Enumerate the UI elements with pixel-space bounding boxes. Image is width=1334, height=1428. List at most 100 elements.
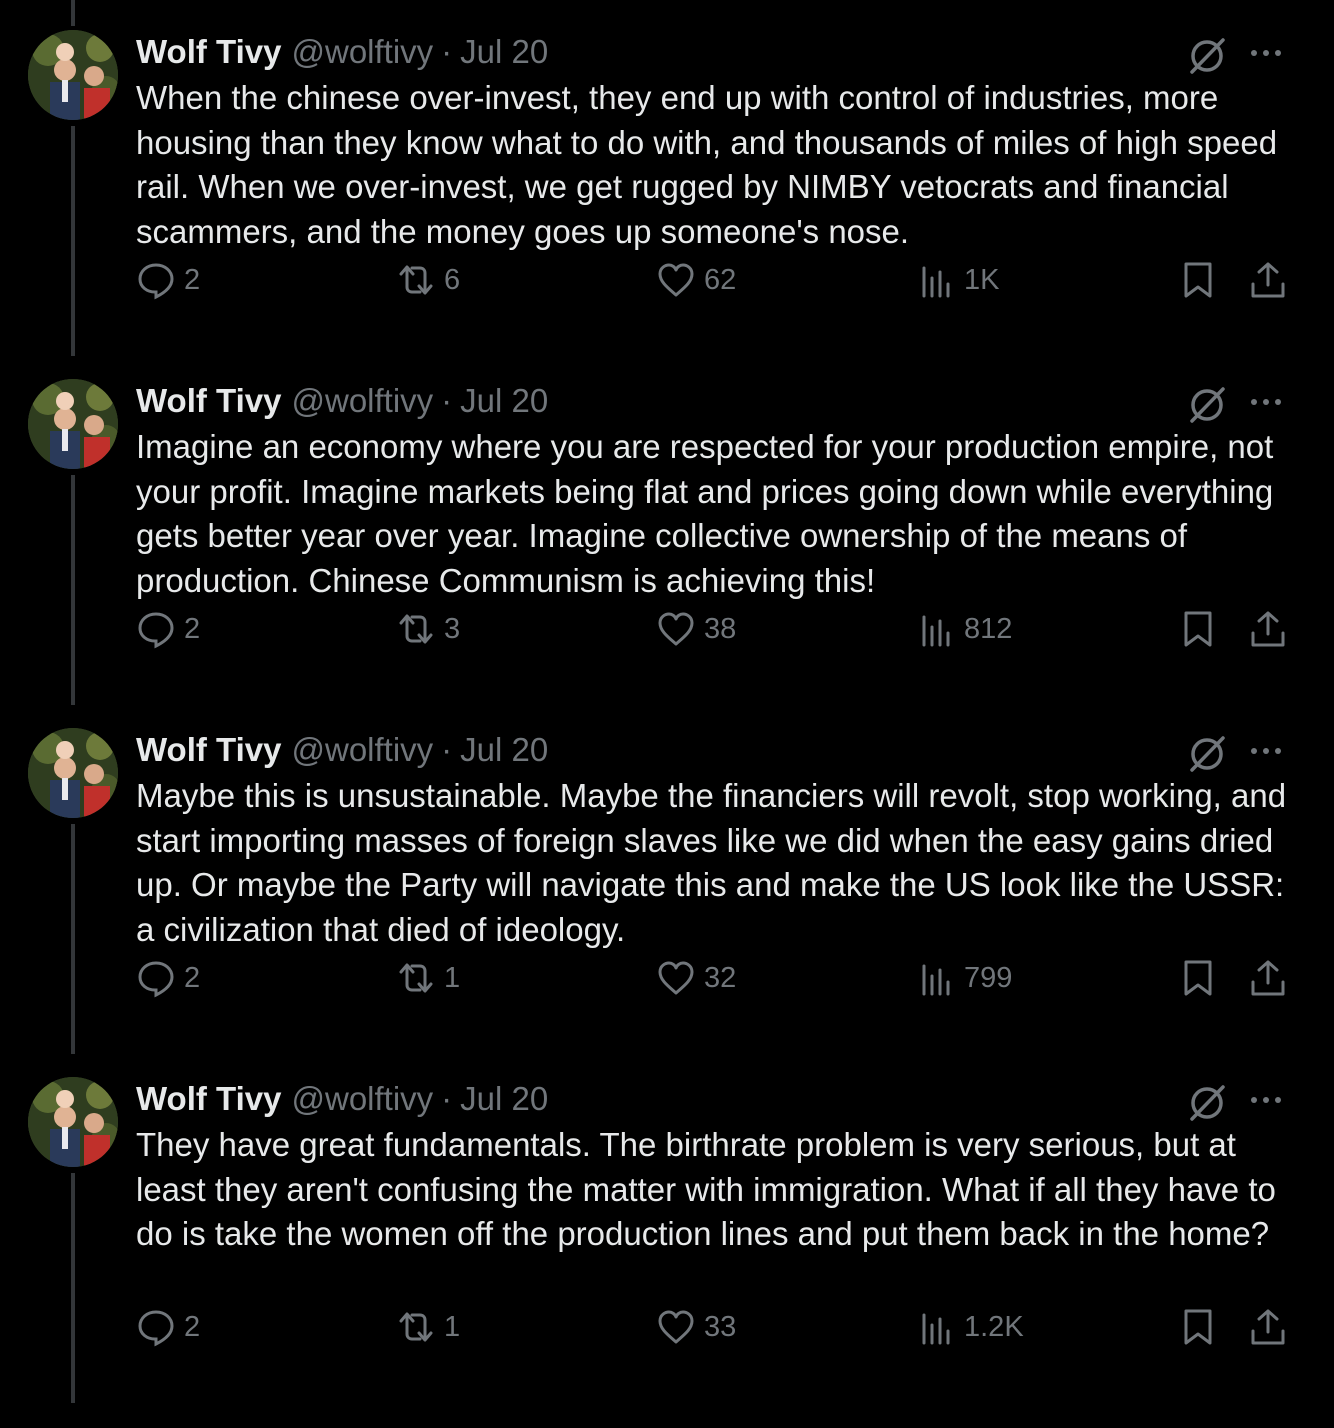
- reply-button[interactable]: 2: [136, 1305, 200, 1349]
- reply-button[interactable]: 2: [136, 258, 200, 302]
- avatar[interactable]: [28, 728, 118, 818]
- tweet-text: When the chinese over-invest, they end u…: [136, 79, 1278, 250]
- repost-button[interactable]: 1: [396, 956, 460, 1000]
- bookmark-button[interactable]: [1178, 607, 1218, 651]
- more-icon[interactable]: [1244, 1083, 1288, 1117]
- author-name[interactable]: Wolf Tivy: [136, 1080, 281, 1118]
- thread-line: [71, 475, 75, 705]
- tweet-date[interactable]: Jul 20: [460, 731, 548, 769]
- like-button[interactable]: 38: [656, 607, 736, 651]
- grok-icon[interactable]: [1186, 36, 1228, 76]
- share-icon: [1251, 1309, 1285, 1345]
- repost-icon: [399, 1312, 433, 1342]
- separator-dot: ·: [441, 382, 453, 419]
- tweet-date[interactable]: Jul 20: [460, 33, 548, 71]
- views-button[interactable]: 1K: [916, 258, 999, 302]
- author-handle[interactable]: @wolftivy: [291, 382, 433, 420]
- more-icon[interactable]: [1244, 36, 1288, 70]
- views-icon: [922, 964, 950, 996]
- views-icon: [922, 615, 950, 647]
- avatar-image: [28, 1077, 118, 1167]
- separator-dot: ·: [441, 33, 453, 70]
- bookmark-button[interactable]: [1178, 956, 1218, 1000]
- share-icon: [1251, 262, 1285, 298]
- bookmark-button[interactable]: [1178, 258, 1218, 302]
- bookmark-icon: [1184, 262, 1212, 298]
- tweet-text: Imagine an economy where you are respect…: [136, 428, 1274, 599]
- like-icon: [658, 1310, 694, 1344]
- share-button[interactable]: [1248, 607, 1288, 651]
- avatar-image: [28, 379, 118, 469]
- tweet-date[interactable]: Jul 20: [460, 382, 548, 420]
- share-button[interactable]: [1248, 1305, 1288, 1349]
- grok-icon[interactable]: [1186, 734, 1228, 774]
- avatar[interactable]: [28, 1077, 118, 1167]
- views-button[interactable]: 1.2K: [916, 1305, 1024, 1349]
- tweet-actions: 2 6 62 1K: [136, 258, 1296, 302]
- tweet[interactable]: Wolf Tivy @wolftivy · Jul 20 Maybe this …: [0, 698, 1334, 1054]
- like-count: 38: [704, 612, 737, 645]
- tweet-text: They have great fundamentals. The birthr…: [136, 1126, 1276, 1252]
- author-handle[interactable]: @wolftivy: [291, 1080, 433, 1118]
- like-icon: [658, 612, 694, 646]
- author-name[interactable]: Wolf Tivy: [136, 382, 281, 420]
- reply-icon: [138, 263, 174, 300]
- repost-icon: [399, 265, 433, 295]
- views-button[interactable]: 812: [916, 607, 1012, 651]
- like-button[interactable]: 32: [656, 956, 736, 1000]
- bookmark-button[interactable]: [1178, 1305, 1218, 1349]
- author-handle[interactable]: @wolftivy: [291, 33, 433, 71]
- reply-count: 2: [184, 612, 201, 645]
- reply-count: 2: [184, 1310, 201, 1343]
- reply-icon: [138, 1310, 174, 1347]
- repost-button[interactable]: 6: [396, 258, 460, 302]
- repost-button[interactable]: 1: [396, 1305, 460, 1349]
- repost-count: 1: [444, 1310, 461, 1343]
- more-icon[interactable]: [1244, 734, 1288, 768]
- reply-button[interactable]: 2: [136, 607, 200, 651]
- author-name[interactable]: Wolf Tivy: [136, 731, 281, 769]
- separator-dot: ·: [441, 731, 453, 768]
- tweet-actions: 2 1 33 1.2K: [136, 1305, 1296, 1349]
- views-icon: [922, 266, 950, 298]
- tweet[interactable]: Wolf Tivy @wolftivy · Jul 20 Imagine an …: [0, 349, 1334, 705]
- grok-icon[interactable]: [1186, 1083, 1228, 1123]
- tweet-date[interactable]: Jul 20: [460, 1080, 548, 1118]
- view-count: 812: [964, 612, 1013, 645]
- like-button[interactable]: 62: [656, 258, 736, 302]
- tweet-header: Wolf Tivy @wolftivy · Jul 20: [136, 30, 548, 74]
- reply-button[interactable]: 2: [136, 956, 200, 1000]
- bookmark-icon: [1184, 1309, 1212, 1345]
- thread-line: [71, 1173, 75, 1403]
- author-name[interactable]: Wolf Tivy: [136, 33, 281, 71]
- share-button[interactable]: [1248, 258, 1288, 302]
- repost-icon: [399, 963, 433, 993]
- tweet[interactable]: Wolf Tivy @wolftivy · Jul 20 When the ch…: [0, 0, 1334, 356]
- avatar-image: [28, 728, 118, 818]
- view-count: 1.2K: [964, 1310, 1024, 1343]
- more-icon[interactable]: [1244, 385, 1288, 419]
- reply-icon: [138, 961, 174, 998]
- tweet-header: Wolf Tivy @wolftivy · Jul 20: [136, 1077, 548, 1121]
- tweet-actions: 2 1 32 799: [136, 956, 1296, 1000]
- tweet-header: Wolf Tivy @wolftivy · Jul 20: [136, 728, 548, 772]
- tweet[interactable]: Wolf Tivy @wolftivy · Jul 20 They have g…: [0, 1047, 1334, 1403]
- grok-icon[interactable]: [1186, 385, 1228, 425]
- repost-count: 1: [444, 961, 461, 994]
- avatar[interactable]: [28, 379, 118, 469]
- share-button[interactable]: [1248, 956, 1288, 1000]
- bookmark-icon: [1184, 611, 1212, 647]
- repost-button[interactable]: 3: [396, 607, 460, 651]
- tweet-actions: 2 3 38 812: [136, 607, 1296, 651]
- like-count: 32: [704, 961, 737, 994]
- reply-count: 2: [184, 961, 201, 994]
- avatar[interactable]: [28, 30, 118, 120]
- author-handle[interactable]: @wolftivy: [291, 731, 433, 769]
- like-button[interactable]: 33: [656, 1305, 736, 1349]
- view-count: 799: [964, 961, 1013, 994]
- views-button[interactable]: 799: [916, 956, 1012, 1000]
- reply-count: 2: [184, 263, 201, 296]
- thread-line: [71, 824, 75, 1054]
- like-count: 62: [704, 263, 737, 296]
- repost-count: 6: [444, 263, 461, 296]
